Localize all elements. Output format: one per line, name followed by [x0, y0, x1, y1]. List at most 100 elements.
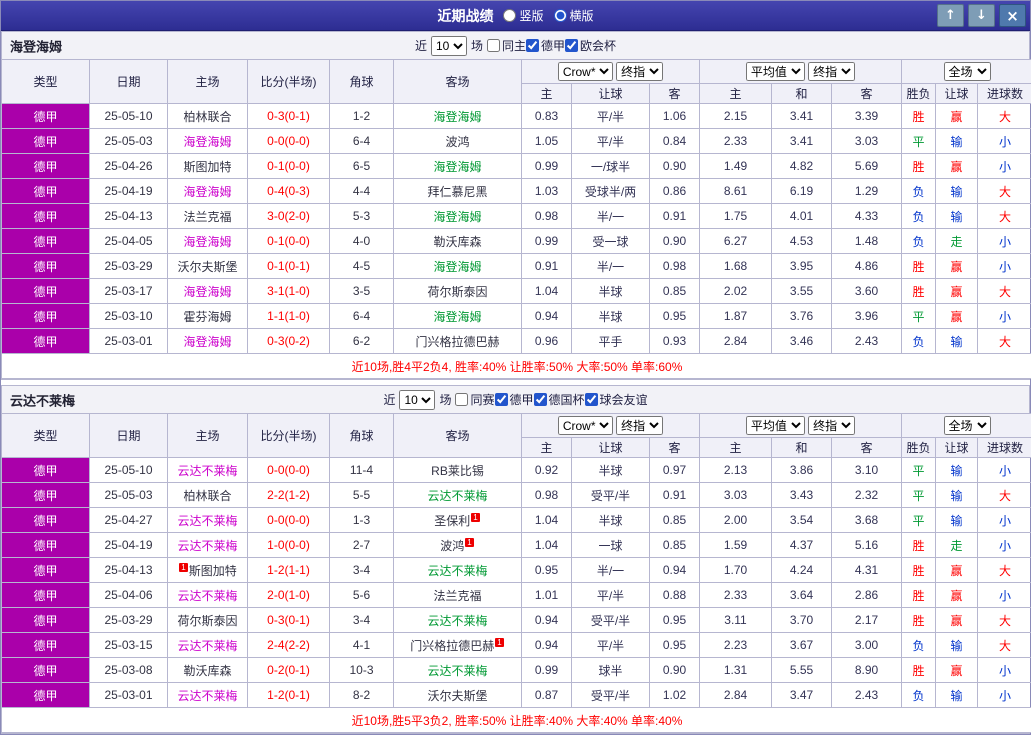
home-team-cell: 柏林联合 — [168, 104, 248, 129]
match-count-select[interactable]: 10 — [431, 36, 467, 56]
avg-away-cell: 2.17 — [832, 608, 902, 633]
avg-source-select[interactable]: 平均值 — [746, 62, 805, 81]
league-cell: 德甲 — [2, 533, 90, 558]
checkbox-input[interactable] — [455, 393, 468, 406]
subheader-avg-draw: 和 — [772, 438, 832, 458]
score-cell: 2-4(2-2) — [248, 633, 330, 658]
avg-source-select[interactable]: 平均值 — [746, 416, 805, 435]
handicap-result-cell: 赢 — [936, 279, 978, 304]
filter-checkbox-德甲[interactable]: 德甲 — [526, 37, 565, 54]
odds-away-cell: 0.85 — [650, 508, 700, 533]
odds-home-cell: 1.04 — [522, 279, 572, 304]
scope-select[interactable]: 全场 — [944, 62, 991, 81]
odds-away-cell: 0.95 — [650, 304, 700, 329]
outcome-cell: 胜 — [902, 154, 936, 179]
team-name: 门兴格拉德巴赫 — [410, 639, 494, 653]
corner-cell: 4-0 — [330, 229, 394, 254]
odds-company-select[interactable]: Crow* — [558, 62, 613, 81]
team-name: 荷尔斯泰因 — [427, 285, 487, 299]
checkbox-input[interactable] — [487, 39, 500, 52]
scroll-down-button[interactable]: ↓ — [968, 4, 995, 27]
scope-select[interactable]: 全场 — [944, 416, 991, 435]
avg-home-cell: 1.87 — [700, 304, 772, 329]
filter-checkbox-同赛[interactable]: 同赛 — [455, 391, 494, 408]
layout-option-horizontal[interactable]: 横版 — [554, 7, 594, 24]
league-cell: 德甲 — [2, 304, 90, 329]
checkbox-input[interactable] — [526, 39, 539, 52]
subheader-odds-away: 客 — [650, 84, 700, 104]
outcome-cell: 胜 — [902, 104, 936, 129]
league-cell: 德甲 — [2, 129, 90, 154]
home-team-cell: 海登海姆 — [168, 229, 248, 254]
league-cell: 德甲 — [2, 458, 90, 483]
avg-draw-cell: 3.70 — [772, 608, 832, 633]
away-team-cell: 海登海姆 — [394, 104, 522, 129]
layout-option-vertical[interactable]: 竖版 — [503, 7, 543, 24]
avg-away-cell: 3.68 — [832, 508, 902, 533]
away-team-cell: 荷尔斯泰因 — [394, 279, 522, 304]
league-cell: 德甲 — [2, 658, 90, 683]
scroll-up-button[interactable]: ↑ — [937, 4, 964, 27]
subheader-odds-home: 主 — [522, 84, 572, 104]
avg-draw-cell: 3.86 — [772, 458, 832, 483]
avg-away-cell: 2.32 — [832, 483, 902, 508]
score-cell: 0-1(0-1) — [248, 254, 330, 279]
subheader-goals-result: 进球数 — [978, 438, 1031, 458]
home-team-cell: 云达不莱梅 — [168, 683, 248, 708]
avg-stage-select[interactable]: 终指 — [808, 416, 855, 435]
layout-option-label: 横版 — [570, 7, 594, 24]
outcome-cell: 平 — [902, 458, 936, 483]
column-header-date: 日期 — [90, 414, 168, 458]
layout-radio[interactable] — [554, 9, 567, 22]
checkbox-input[interactable] — [585, 393, 598, 406]
subheader-outcome: 胜负 — [902, 438, 936, 458]
avg-select-group: 平均值 终指 — [700, 414, 902, 438]
close-button[interactable]: × — [999, 4, 1026, 27]
score-cell: 1-1(1-0) — [248, 304, 330, 329]
summary-text: 近10场,胜4平2负4, 胜率:40% 让胜率:50% 大率:50% 单率:60… — [2, 354, 1031, 379]
filter-checkbox-德甲[interactable]: 德甲 — [495, 391, 534, 408]
outcome-cell: 平 — [902, 129, 936, 154]
filter-checkbox-德国杯[interactable]: 德国杯 — [534, 391, 585, 408]
avg-home-cell: 1.31 — [700, 658, 772, 683]
outcome-cell: 平 — [902, 483, 936, 508]
odds-home-cell: 0.98 — [522, 204, 572, 229]
odds-company-select[interactable]: Crow* — [558, 416, 613, 435]
checkbox-input[interactable] — [495, 393, 508, 406]
checkbox-input[interactable] — [565, 39, 578, 52]
avg-stage-select[interactable]: 终指 — [808, 62, 855, 81]
outcome-cell: 负 — [902, 329, 936, 354]
team-name: 斯图加特 — [189, 564, 237, 578]
odds-stage-select[interactable]: 终指 — [616, 416, 663, 435]
subheader-goals-result: 进球数 — [978, 84, 1031, 104]
filter-checkbox-group: 同主德甲欧会杯 — [487, 37, 616, 55]
avg-draw-cell: 5.55 — [772, 658, 832, 683]
filter-checkbox-同主[interactable]: 同主 — [487, 37, 526, 54]
avg-home-cell: 1.68 — [700, 254, 772, 279]
avg-away-cell: 4.33 — [832, 204, 902, 229]
league-cell: 德甲 — [2, 633, 90, 658]
away-team-cell: 海登海姆 — [394, 204, 522, 229]
team-name: 波鸿 — [445, 135, 469, 149]
odds-away-cell: 0.98 — [650, 254, 700, 279]
filter-checkbox-球会友谊[interactable]: 球会友谊 — [585, 391, 648, 408]
date-cell: 25-03-15 — [90, 633, 168, 658]
avg-away-cell: 5.16 — [832, 533, 902, 558]
column-header-score: 比分(半场) — [248, 414, 330, 458]
filter-suffix-label: 场 — [471, 37, 483, 54]
odds-handicap-cell: 一球 — [572, 533, 650, 558]
checkbox-input[interactable] — [534, 393, 547, 406]
section-team-name: 海登海姆 — [10, 36, 62, 55]
layout-radio[interactable] — [503, 9, 516, 22]
checkbox-label: 德甲 — [510, 391, 534, 408]
odds-away-cell: 1.02 — [650, 683, 700, 708]
odds-away-cell: 0.85 — [650, 279, 700, 304]
odds-stage-select[interactable]: 终指 — [616, 62, 663, 81]
date-cell: 25-04-27 — [90, 508, 168, 533]
checkbox-label: 球会友谊 — [600, 391, 648, 408]
match-count-select[interactable]: 10 — [399, 390, 435, 410]
filter-checkbox-欧会杯[interactable]: 欧会杯 — [565, 37, 616, 54]
summary-row: 近10场,胜5平3负2, 胜率:50% 让胜率:40% 大率:40% 单率:40… — [2, 708, 1031, 733]
avg-home-cell: 2.00 — [700, 508, 772, 533]
handicap-result-cell: 输 — [936, 129, 978, 154]
